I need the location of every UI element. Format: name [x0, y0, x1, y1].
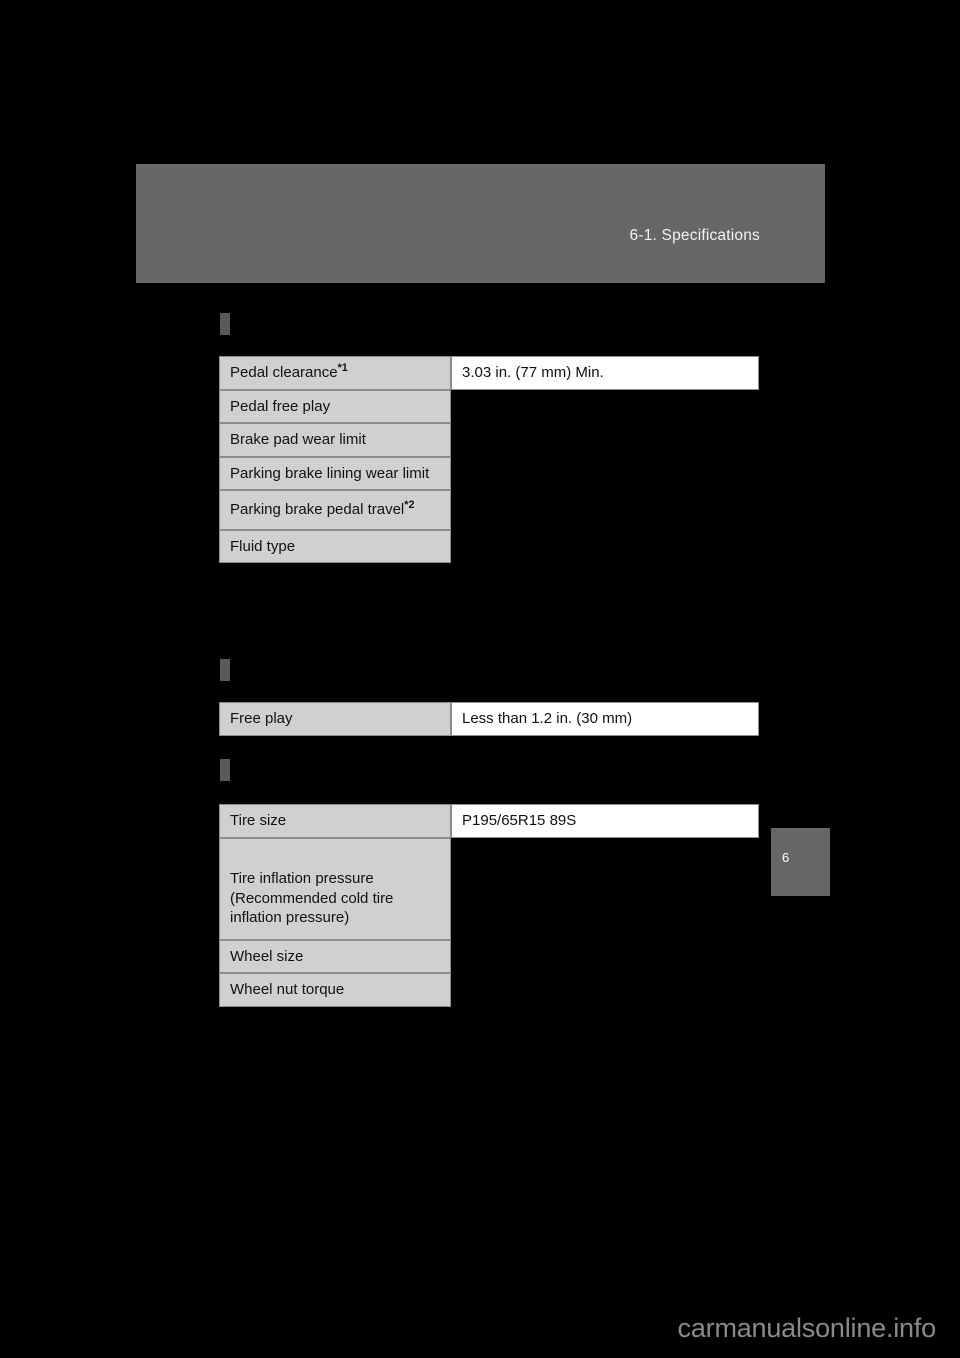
steering-specifications-table: Free play Less than 1.2 in. (30 mm) [219, 702, 759, 736]
spec-label-cell: Parking brake pedal travel*2 [219, 490, 451, 530]
footnote-marker: *1 [337, 362, 348, 374]
table-row: Parking brake lining wear limit [219, 456, 759, 490]
table-row: Brake pad wear limit [219, 423, 759, 457]
spec-label-text: Tire inflation pressure (Recommended col… [230, 870, 394, 926]
spec-label-text: Parking brake lining wear limit [230, 464, 430, 482]
spec-label-text: Fluid type [230, 537, 296, 555]
table-row: Wheel size [219, 939, 759, 973]
table-body: Free play Less than 1.2 in. (30 mm) [219, 702, 759, 736]
spec-label-text: Wheel size [230, 947, 304, 965]
spec-label-cell: Free play [219, 702, 451, 736]
spec-value-cell [451, 837, 759, 940]
table-row: Fluid type [219, 529, 759, 563]
table-row: Pedal free play [219, 389, 759, 423]
spec-value-cell: 3.03 in. (77 mm) Min. [451, 356, 759, 390]
spec-value-cell [451, 456, 759, 490]
spec-value-cell [451, 529, 759, 563]
spec-label-text: Pedal free play [230, 397, 331, 415]
spec-value-text: P195/65R15 89S [462, 812, 577, 829]
section-marker-3 [220, 759, 230, 781]
spec-label-cell: Wheel nut torque [219, 973, 451, 1007]
chapter-tab-number: 6 [782, 850, 790, 865]
table-row: Tire size P195/65R15 89S [219, 804, 759, 838]
spec-value-text: Less than 1.2 in. (30 mm) [462, 710, 633, 727]
section-marker-1 [220, 313, 230, 335]
table-row: Parking brake pedal travel*2 [219, 490, 759, 530]
spec-label-text: Wheel nut torque [230, 981, 345, 998]
spec-value-cell [451, 939, 759, 973]
brake-specifications-table: Pedal clearance*1 3.03 in. (77 mm) Min. … [219, 356, 759, 563]
spec-label-text: Pedal clearance [230, 364, 338, 381]
tire-specifications-table: Tire size P195/65R15 89S Tire inflation … [219, 804, 759, 1007]
page-header-title: 6-1. Specifications [629, 227, 760, 244]
spec-label-cell: Fluid type [219, 529, 451, 563]
spec-value-cell [451, 389, 759, 423]
spec-label-cell: Brake pad wear limit [219, 423, 451, 457]
spec-label-cell: Tire size [219, 804, 451, 838]
table-row: Pedal clearance*1 3.03 in. (77 mm) Min. [219, 356, 759, 390]
spec-value-cell: Less than 1.2 in. (30 mm) [451, 702, 759, 736]
table-row: Tire inflation pressure (Recommended col… [219, 837, 759, 940]
table-row: Wheel nut torque [219, 973, 759, 1007]
spec-value-text: 3.03 in. (77 mm) Min. [462, 364, 604, 381]
chapter-tab: 6 [771, 828, 830, 896]
table-row: Free play Less than 1.2 in. (30 mm) [219, 702, 759, 736]
spec-value-cell: P195/65R15 89S [451, 804, 759, 838]
spec-value-cell [451, 973, 759, 1007]
spec-label-cell: Pedal free play [219, 389, 451, 423]
spec-value-cell [451, 490, 759, 530]
section-marker-2 [220, 659, 230, 681]
spec-label-cell: Parking brake lining wear limit [219, 456, 451, 490]
spec-label-text: Tire size [230, 812, 287, 829]
spec-label-cell: Tire inflation pressure (Recommended col… [219, 837, 451, 940]
table-body: Tire size P195/65R15 89S Tire inflation … [219, 804, 759, 1007]
table-body: Pedal clearance*1 3.03 in. (77 mm) Min. … [219, 356, 759, 563]
spec-label-text: Brake pad wear limit [230, 431, 366, 448]
site-watermark: carmanualsonline.info [677, 1313, 937, 1343]
spec-label-cell: Pedal clearance*1 [219, 356, 451, 390]
spec-value-cell [451, 423, 759, 457]
page-header-band: 6-1. Specifications [136, 164, 825, 283]
spec-label-text: Parking brake pedal travel [230, 501, 405, 518]
spec-label-text: Free play [230, 710, 293, 727]
footnote-marker: *2 [404, 499, 415, 511]
spec-label-cell: Wheel size [219, 939, 451, 973]
